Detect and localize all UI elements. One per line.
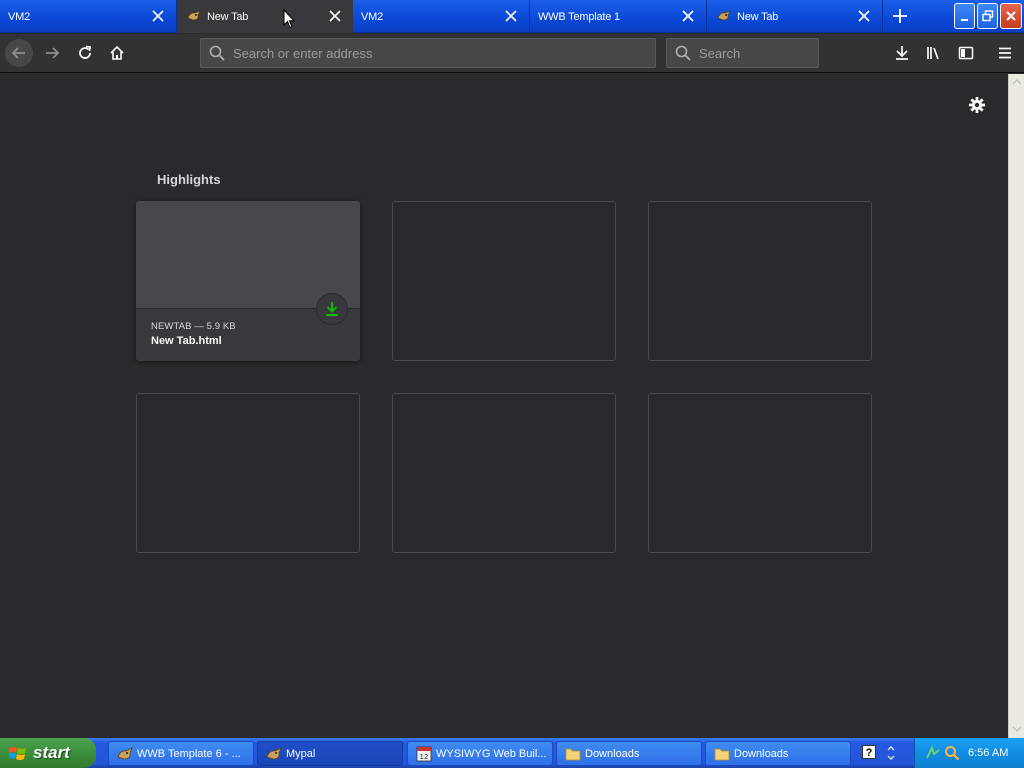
taskbar-item-label: Downloads <box>585 748 640 760</box>
forward-button[interactable] <box>38 39 66 67</box>
download-badge <box>316 293 348 325</box>
window-close-button[interactable] <box>1000 3 1022 29</box>
card-meta: NEWTAB — 5.9 KB <box>151 321 236 332</box>
taskbar-item[interactable]: WWB Template 6 - ... <box>108 741 254 766</box>
empty-card-placeholder <box>648 393 872 553</box>
tab-close-icon[interactable] <box>505 10 517 22</box>
close-icon <box>1006 11 1016 21</box>
empty-card-placeholder <box>136 393 360 553</box>
clock: 6:56 AM <box>968 747 1009 759</box>
home-button[interactable] <box>103 39 131 67</box>
tab-close-icon[interactable] <box>329 10 341 22</box>
library-icon <box>927 47 939 60</box>
highlights-heading: Highlights <box>157 172 221 187</box>
tab-vm2-first[interactable]: VM2 <box>0 0 177 33</box>
restore-button[interactable] <box>977 3 998 29</box>
start-label: start <box>33 743 70 762</box>
vertical-scrollbar[interactable] <box>1008 74 1024 738</box>
network-icon[interactable] <box>925 745 941 761</box>
sidebar-button[interactable] <box>952 39 980 67</box>
taskbar-item[interactable]: Downloads <box>705 741 851 766</box>
card-title: New Tab.html <box>151 335 222 347</box>
sidebar-icon <box>958 46 974 60</box>
taskbar-item[interactable]: Downloads <box>556 741 702 766</box>
taskbar-item-label: WWB Template 6 - ... <box>137 748 241 760</box>
tab-label: New Tab <box>207 11 249 23</box>
mypal-icon <box>117 747 133 760</box>
mypal-icon <box>187 10 201 22</box>
search-magnifier-icon[interactable] <box>944 745 960 761</box>
forward-arrow-icon <box>46 47 60 59</box>
empty-card-placeholder <box>392 201 616 361</box>
gear-icon[interactable] <box>967 95 987 115</box>
mypal-icon <box>266 747 282 760</box>
minimize-icon <box>960 19 968 21</box>
taskbar-item-active[interactable]: Mypal <box>257 741 403 766</box>
scroll-up-arrow-icon[interactable] <box>1012 77 1022 87</box>
hamburger-menu-icon <box>999 47 1011 59</box>
windows-flag-icon <box>9 747 26 760</box>
highlight-card[interactable]: NEWTAB — 5.9 KB New Tab.html <box>136 201 360 361</box>
system-tray: 6:56 AM <box>914 738 1024 768</box>
tab-strip: VM2 New Tab VM2 WWB Template 1 New Tab <box>0 0 1024 33</box>
search-bar[interactable] <box>666 38 819 68</box>
download-icon <box>326 302 338 316</box>
menu-button[interactable] <box>991 39 1019 67</box>
taskbar-item[interactable]: 12 WYSIWYG Web Buil... <box>407 741 553 766</box>
tab-label: VM2 <box>8 11 31 23</box>
folder-icon <box>565 748 581 761</box>
tab-new-tab-second[interactable]: New Tab <box>707 0 883 33</box>
tab-new-tab-active[interactable]: New Tab <box>177 0 353 33</box>
tab-wwb-template-1[interactable]: WWB Template 1 <box>530 0 707 33</box>
tab-label: WWB Template 1 <box>538 11 620 23</box>
tab-close-icon[interactable] <box>682 10 694 22</box>
empty-card-placeholder <box>392 393 616 553</box>
tab-close-icon[interactable] <box>858 10 870 22</box>
minimize-button[interactable] <box>954 3 975 29</box>
download-icon <box>896 46 908 60</box>
taskbar-scroll-arrows-icon[interactable] <box>886 744 896 762</box>
search-icon <box>209 45 225 66</box>
folder-icon <box>714 748 730 761</box>
empty-card-placeholder <box>648 201 872 361</box>
taskbar-item-label: Downloads <box>734 748 789 760</box>
new-tab-plus-icon[interactable] <box>891 7 909 25</box>
help-icon[interactable]: ? <box>862 745 876 759</box>
search-icon <box>675 45 691 66</box>
search-input[interactable] <box>699 39 809 67</box>
svg-text:12: 12 <box>420 753 429 761</box>
restore-icon <box>981 10 993 22</box>
mypal-icon <box>717 10 731 22</box>
back-arrow-icon <box>11 47 25 59</box>
address-bar[interactable] <box>200 38 656 68</box>
wysiwyg-icon: 12 <box>416 746 432 762</box>
new-tab-page: Highlights NEWTAB — 5.9 KB New Tab.html <box>0 74 1008 738</box>
tab-label: VM2 <box>361 11 384 23</box>
reload-button[interactable] <box>71 39 99 67</box>
back-button[interactable] <box>5 39 33 67</box>
tab-label: New Tab <box>737 11 779 23</box>
tab-close-icon[interactable] <box>152 10 164 22</box>
taskbar-item-label: Mypal <box>286 748 316 760</box>
taskbar-item-label: WYSIWYG Web Buil... <box>436 748 547 760</box>
url-input[interactable] <box>233 39 633 67</box>
taskbar: start WWB Template 6 - ... Mypal 12 WYSI… <box>0 738 1024 768</box>
library-button[interactable] <box>920 39 948 67</box>
start-button[interactable]: start <box>0 738 96 768</box>
downloads-button[interactable] <box>888 39 916 67</box>
home-icon <box>110 45 124 60</box>
reload-icon <box>79 45 92 59</box>
scroll-down-arrow-icon[interactable] <box>1012 724 1022 734</box>
mouse-cursor-icon <box>283 9 295 29</box>
navigation-toolbar <box>0 34 1024 73</box>
tab-vm2-second[interactable]: VM2 <box>353 0 530 33</box>
